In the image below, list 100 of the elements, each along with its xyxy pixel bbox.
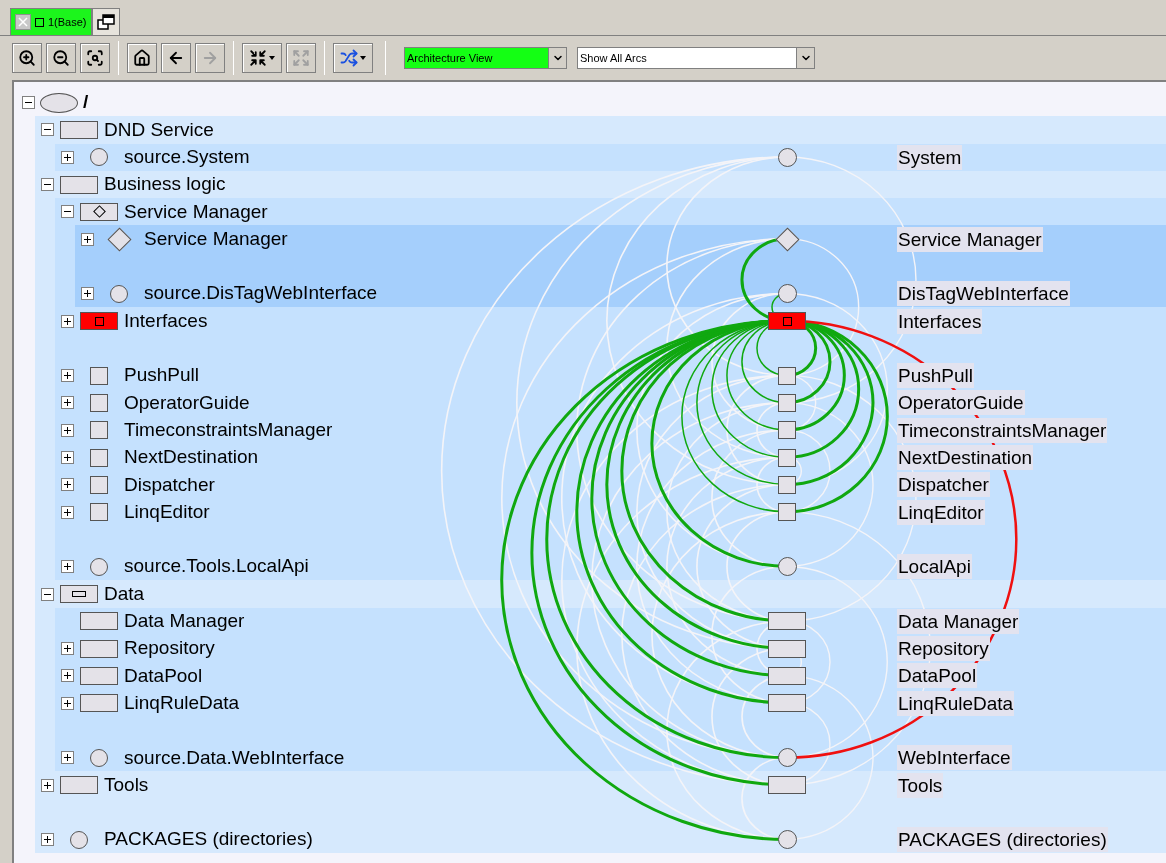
dropdown-select[interactable]: Architecture View — [404, 47, 567, 69]
tree-item-label[interactable]: OperatorGuide — [124, 388, 250, 418]
tree-item-label[interactable]: NextDestination — [124, 443, 259, 472]
tree-item-label[interactable]: Service Manager — [124, 197, 268, 227]
tree-item-label[interactable]: Tools — [104, 770, 149, 800]
node-box[interactable] — [768, 312, 806, 330]
node-label: PACKAGES (directories) — [897, 827, 1108, 853]
node-box[interactable] — [768, 612, 806, 631]
expand-toggle[interactable] — [81, 232, 94, 246]
fit-view-icon — [86, 49, 104, 67]
node-label: LinqEditor — [897, 499, 985, 525]
tree-item-label[interactable]: Interfaces — [124, 306, 208, 336]
toolbar-button[interactable] — [127, 43, 157, 73]
tab-square-icon — [35, 17, 44, 27]
toolbar-button[interactable] — [12, 43, 42, 73]
collapse-toggle[interactable] — [41, 178, 54, 192]
expand-toggle[interactable] — [61, 369, 74, 383]
node-square[interactable] — [778, 503, 796, 522]
expand-toggle[interactable] — [41, 833, 54, 847]
expand-toggle[interactable] — [61, 314, 74, 328]
node-box[interactable] — [768, 776, 806, 795]
toolbar-button[interactable] — [46, 43, 76, 73]
tree-item-label[interactable]: Dispatcher — [124, 470, 215, 500]
node-box[interactable] — [768, 666, 806, 685]
tree-item-label[interactable]: PushPull — [124, 361, 199, 390]
zoom-out-icon — [52, 49, 70, 67]
collapse-arrows-icon — [249, 49, 267, 67]
node-box[interactable] — [768, 694, 806, 713]
collapse-toggle[interactable] — [41, 123, 54, 137]
expand-toggle[interactable] — [41, 778, 54, 792]
collapse-toggle[interactable] — [61, 205, 74, 219]
node-label: Interfaces — [897, 308, 983, 334]
node-label: WebInterface — [897, 745, 1012, 771]
tree-item-label[interactable]: source.DisTagWebInterface — [144, 279, 378, 308]
node-label: LinqRuleData — [897, 690, 1015, 716]
node-label: Dispatcher — [897, 472, 990, 498]
node-label: NextDestination — [897, 445, 1034, 470]
node-label: PushPull — [897, 363, 974, 389]
node-label: OperatorGuide — [897, 390, 1025, 416]
collapse-toggle[interactable] — [22, 96, 35, 110]
expand-toggle[interactable] — [81, 287, 94, 301]
node-label: Data Manager — [897, 608, 1020, 634]
view-tab[interactable]: 1(Base) — [10, 8, 92, 35]
tree-item-label[interactable]: source.System — [124, 143, 250, 172]
windows-icon — [96, 14, 115, 30]
dropdown-select[interactable]: Show All Arcs — [577, 47, 815, 69]
tree-item-label[interactable]: LinqRuleData — [124, 688, 240, 718]
tree-item-label[interactable]: Data — [104, 579, 145, 609]
tree-item-label[interactable]: source.Data.WebInterface — [124, 743, 345, 773]
zoom-in-icon — [18, 49, 36, 67]
expand-toggle[interactable] — [61, 696, 74, 710]
expand-toggle[interactable] — [61, 751, 74, 765]
tree-item-label[interactable]: TimeconstraintsManager — [124, 415, 333, 445]
expand-toggle[interactable] — [61, 150, 74, 164]
expand-arrows-icon — [292, 49, 310, 67]
dropdown-caret-icon — [269, 56, 275, 60]
node-box[interactable] — [768, 639, 806, 658]
expand-toggle[interactable] — [61, 505, 74, 519]
node-label: Service Manager — [897, 226, 1043, 252]
shuffle-icon — [340, 49, 358, 67]
view-tab[interactable] — [91, 8, 120, 35]
node-square[interactable] — [778, 393, 796, 412]
node-square[interactable] — [778, 366, 796, 385]
expand-toggle[interactable] — [61, 396, 74, 410]
node-label: TimeconstraintsManager — [897, 417, 1108, 443]
node-square[interactable] — [778, 421, 796, 440]
tree-item-label[interactable]: / — [83, 88, 89, 117]
node-label: Tools — [897, 772, 944, 798]
expand-toggle[interactable] — [61, 478, 74, 492]
tab-label: 1(Base) — [48, 14, 87, 30]
expand-toggle[interactable] — [61, 669, 74, 683]
tree-item-label[interactable]: Service Manager — [144, 224, 288, 254]
toolbar-button[interactable] — [333, 43, 373, 73]
tree-item-label[interactable]: DND Service — [104, 115, 214, 145]
expand-toggle[interactable] — [61, 642, 74, 656]
toolbar-button[interactable] — [80, 43, 110, 73]
tree-item-label[interactable]: Repository — [124, 634, 215, 663]
dropdown-caret-icon — [360, 56, 366, 60]
tree-item-label[interactable]: LinqEditor — [124, 497, 210, 527]
close-icon[interactable] — [15, 14, 31, 30]
node-label: System — [897, 144, 963, 170]
node-label: LocalApi — [897, 554, 972, 580]
forward-arrow-icon — [201, 49, 219, 67]
home-icon — [133, 49, 151, 67]
tree-item-label[interactable]: source.Tools.LocalApi — [124, 552, 309, 581]
tree-item-label[interactable]: Data Manager — [124, 607, 245, 636]
node-label: Repository — [897, 636, 990, 662]
tree-item-label[interactable]: PACKAGES (directories) — [104, 825, 313, 854]
expand-toggle[interactable] — [61, 451, 74, 464]
tree-item-label[interactable]: DataPool — [124, 661, 203, 691]
node-label: DataPool — [897, 663, 978, 689]
toolbar-button[interactable] — [242, 43, 282, 73]
node-label: DisTagWebInterface — [897, 281, 1070, 307]
tree-item-label[interactable]: Business logic — [104, 170, 226, 199]
expand-toggle[interactable] — [61, 560, 74, 574]
node-square[interactable] — [778, 475, 796, 494]
node-square[interactable] — [778, 448, 796, 467]
toolbar-button[interactable] — [161, 43, 191, 73]
expand-toggle[interactable] — [61, 423, 74, 437]
collapse-toggle[interactable] — [41, 587, 54, 601]
